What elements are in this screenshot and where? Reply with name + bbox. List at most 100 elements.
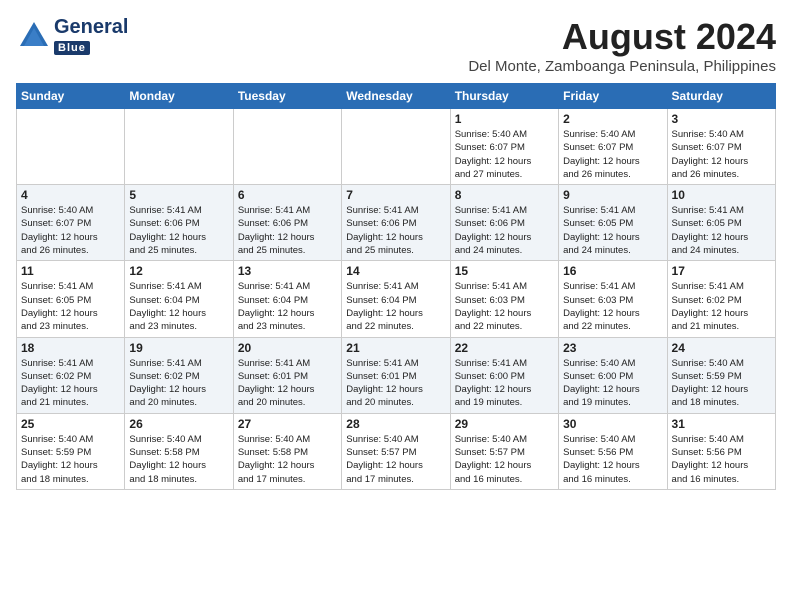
calendar-cell: 13Sunrise: 5:41 AM Sunset: 6:04 PM Dayli… xyxy=(233,261,341,337)
day-number: 26 xyxy=(129,417,228,431)
day-number: 7 xyxy=(346,188,445,202)
calendar-cell: 3Sunrise: 5:40 AM Sunset: 6:07 PM Daylig… xyxy=(667,109,775,185)
day-number: 8 xyxy=(455,188,554,202)
calendar-cell: 21 Sunrise: 5:41 AM Sunset: 6:01 PM Dayli… xyxy=(342,337,450,413)
calendar-cell: 29 Sunrise: 5:40 AM Sunset: 5:57 PM Dayli… xyxy=(450,413,558,489)
logo: General Blue xyxy=(16,16,128,56)
header-friday: Friday xyxy=(559,84,667,109)
day-number: 16 xyxy=(563,264,662,278)
page-title: August 2024 xyxy=(468,16,776,58)
calendar-cell: 23 Sunrise: 5:40 AM Sunset: 6:00 PM Dayli… xyxy=(559,337,667,413)
logo-blue: Blue xyxy=(54,41,90,55)
calendar-week-4: 18 Sunrise: 5:41 AM Sunset: 6:02 PM Dayli… xyxy=(17,337,776,413)
header-monday: Monday xyxy=(125,84,233,109)
calendar-cell xyxy=(17,109,125,185)
day-info: Sunrise: 5:41 AM Sunset: 6:02 PM Dayligh… xyxy=(129,357,228,410)
title-block: August 2024 Del Monte, Zamboanga Peninsu… xyxy=(468,16,776,75)
day-number: 14 xyxy=(346,264,445,278)
calendar-cell xyxy=(233,109,341,185)
header-thursday: Thursday xyxy=(450,84,558,109)
calendar-week-5: 25 Sunrise: 5:40 AM Sunset: 5:59 PM Dayli… xyxy=(17,413,776,489)
day-number: 27 xyxy=(238,417,337,431)
header-saturday: Saturday xyxy=(667,84,775,109)
calendar-cell: 24Sunrise: 5:40 AM Sunset: 5:59 PM Dayli… xyxy=(667,337,775,413)
day-info: Sunrise: 5:41 AM Sunset: 6:03 PM Dayligh… xyxy=(455,280,554,333)
calendar-cell: 10Sunrise: 5:41 AM Sunset: 6:05 PM Dayli… xyxy=(667,185,775,261)
day-number: 18 xyxy=(21,341,120,355)
day-number: 31 xyxy=(672,417,771,431)
day-number: 5 xyxy=(129,188,228,202)
calendar-cell: 31 Sunrise: 5:40 AM Sunset: 5:56 PM Dayli… xyxy=(667,413,775,489)
day-number: 1 xyxy=(455,112,554,126)
header-tuesday: Tuesday xyxy=(233,84,341,109)
calendar-cell: 1 Sunrise: 5:40 AM Sunset: 6:07 PM Daylig… xyxy=(450,109,558,185)
day-info: Sunrise: 5:40 AM Sunset: 5:59 PM Dayligh… xyxy=(21,433,120,486)
page-subtitle: Del Monte, Zamboanga Peninsula, Philippi… xyxy=(468,58,776,75)
day-info: Sunrise: 5:40 AM Sunset: 6:00 PM Dayligh… xyxy=(563,357,662,410)
day-info: Sunrise: 5:40 AM Sunset: 5:58 PM Dayligh… xyxy=(238,433,337,486)
day-number: 13 xyxy=(238,264,337,278)
day-number: 20 xyxy=(238,341,337,355)
day-number: 23 xyxy=(563,341,662,355)
header-wednesday: Wednesday xyxy=(342,84,450,109)
calendar-cell: 4 Sunrise: 5:40 AM Sunset: 6:07 PM Daylig… xyxy=(17,185,125,261)
calendar-cell: 17 Sunrise: 5:41 AM Sunset: 6:02 PM Dayli… xyxy=(667,261,775,337)
day-info: Sunrise: 5:40 AM Sunset: 5:56 PM Dayligh… xyxy=(563,433,662,486)
day-info: Sunrise: 5:41 AM Sunset: 6:02 PM Dayligh… xyxy=(672,280,771,333)
day-info: Sunrise: 5:41 AM Sunset: 6:03 PM Dayligh… xyxy=(563,280,662,333)
calendar-cell: 14 Sunrise: 5:41 AM Sunset: 6:04 PM Dayli… xyxy=(342,261,450,337)
day-info: Sunrise: 5:41 AM Sunset: 6:00 PM Dayligh… xyxy=(455,357,554,410)
day-info: Sunrise: 5:40 AM Sunset: 5:57 PM Dayligh… xyxy=(346,433,445,486)
day-number: 4 xyxy=(21,188,120,202)
day-number: 21 xyxy=(346,341,445,355)
day-number: 12 xyxy=(129,264,228,278)
day-number: 15 xyxy=(455,264,554,278)
day-number: 11 xyxy=(21,264,120,278)
logo-general: General xyxy=(54,16,128,38)
calendar-body: 1 Sunrise: 5:40 AM Sunset: 6:07 PM Daylig… xyxy=(17,109,776,490)
calendar-cell: 2Sunrise: 5:40 AM Sunset: 6:07 PM Daylig… xyxy=(559,109,667,185)
day-info: Sunrise: 5:41 AM Sunset: 6:06 PM Dayligh… xyxy=(455,204,554,257)
day-info: Sunrise: 5:40 AM Sunset: 5:57 PM Dayligh… xyxy=(455,433,554,486)
header-row: Sunday Monday Tuesday Wednesday Thursday… xyxy=(17,84,776,109)
day-info: Sunrise: 5:40 AM Sunset: 5:56 PM Dayligh… xyxy=(672,433,771,486)
day-info: Sunrise: 5:41 AM Sunset: 6:01 PM Dayligh… xyxy=(346,357,445,410)
calendar-cell: 28 Sunrise: 5:40 AM Sunset: 5:57 PM Dayli… xyxy=(342,413,450,489)
day-number: 22 xyxy=(455,341,554,355)
calendar-cell: 22 Sunrise: 5:41 AM Sunset: 6:00 PM Dayli… xyxy=(450,337,558,413)
day-number: 29 xyxy=(455,417,554,431)
calendar-week-2: 4 Sunrise: 5:40 AM Sunset: 6:07 PM Daylig… xyxy=(17,185,776,261)
day-info: Sunrise: 5:41 AM Sunset: 6:01 PM Dayligh… xyxy=(238,357,337,410)
calendar-cell: 8 Sunrise: 5:41 AM Sunset: 6:06 PM Daylig… xyxy=(450,185,558,261)
day-number: 28 xyxy=(346,417,445,431)
calendar-cell: 18Sunrise: 5:41 AM Sunset: 6:02 PM Dayli… xyxy=(17,337,125,413)
calendar-cell: 27 Sunrise: 5:40 AM Sunset: 5:58 PM Dayli… xyxy=(233,413,341,489)
calendar-cell: 16 Sunrise: 5:41 AM Sunset: 6:03 PM Dayli… xyxy=(559,261,667,337)
calendar-cell: 11 Sunrise: 5:41 AM Sunset: 6:05 PM Dayli… xyxy=(17,261,125,337)
calendar-cell: 5 Sunrise: 5:41 AM Sunset: 6:06 PM Daylig… xyxy=(125,185,233,261)
day-number: 25 xyxy=(21,417,120,431)
day-info: Sunrise: 5:41 AM Sunset: 6:04 PM Dayligh… xyxy=(129,280,228,333)
day-number: 19 xyxy=(129,341,228,355)
day-info: Sunrise: 5:41 AM Sunset: 6:05 PM Dayligh… xyxy=(672,204,771,257)
calendar-cell: 9Sunrise: 5:41 AM Sunset: 6:05 PM Daylig… xyxy=(559,185,667,261)
calendar-cell: 7 Sunrise: 5:41 AM Sunset: 6:06 PM Daylig… xyxy=(342,185,450,261)
day-info: Sunrise: 5:41 AM Sunset: 6:05 PM Dayligh… xyxy=(21,280,120,333)
calendar-week-1: 1 Sunrise: 5:40 AM Sunset: 6:07 PM Daylig… xyxy=(17,109,776,185)
day-info: Sunrise: 5:40 AM Sunset: 6:07 PM Dayligh… xyxy=(563,128,662,181)
day-number: 17 xyxy=(672,264,771,278)
calendar-cell: 25 Sunrise: 5:40 AM Sunset: 5:59 PM Dayli… xyxy=(17,413,125,489)
calendar-cell: 12 Sunrise: 5:41 AM Sunset: 6:04 PM Dayli… xyxy=(125,261,233,337)
calendar-cell: 6Sunrise: 5:41 AM Sunset: 6:06 PM Daylig… xyxy=(233,185,341,261)
calendar-week-3: 11 Sunrise: 5:41 AM Sunset: 6:05 PM Dayli… xyxy=(17,261,776,337)
calendar-cell xyxy=(342,109,450,185)
calendar-header: Sunday Monday Tuesday Wednesday Thursday… xyxy=(17,84,776,109)
page-header: General Blue August 2024 Del Monte, Zamb… xyxy=(16,16,776,75)
calendar-cell: 19 Sunrise: 5:41 AM Sunset: 6:02 PM Dayli… xyxy=(125,337,233,413)
day-info: Sunrise: 5:41 AM Sunset: 6:06 PM Dayligh… xyxy=(129,204,228,257)
day-info: Sunrise: 5:41 AM Sunset: 6:06 PM Dayligh… xyxy=(346,204,445,257)
calendar-cell: 20 Sunrise: 5:41 AM Sunset: 6:01 PM Dayli… xyxy=(233,337,341,413)
day-info: Sunrise: 5:41 AM Sunset: 6:04 PM Dayligh… xyxy=(346,280,445,333)
day-info: Sunrise: 5:40 AM Sunset: 6:07 PM Dayligh… xyxy=(455,128,554,181)
day-info: Sunrise: 5:40 AM Sunset: 6:07 PM Dayligh… xyxy=(21,204,120,257)
